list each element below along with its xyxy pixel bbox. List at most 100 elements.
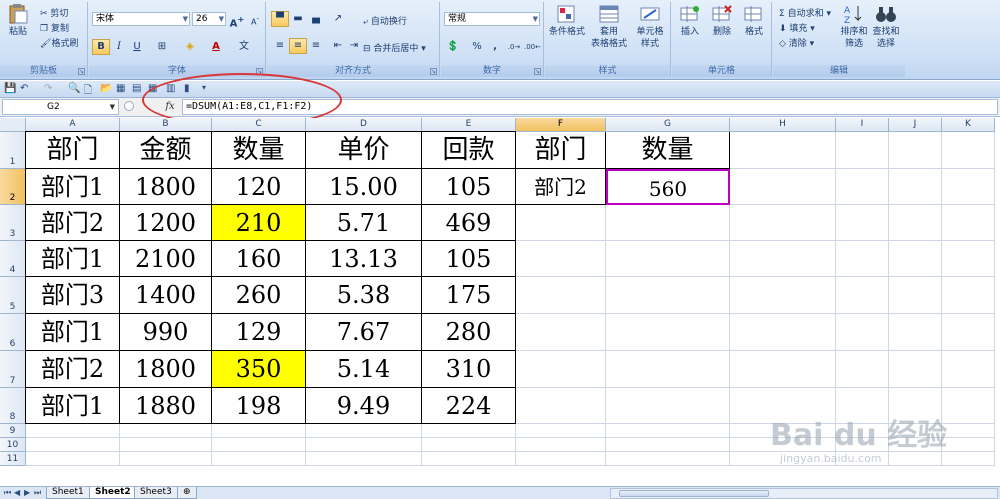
bold-button[interactable]: B [92,39,110,55]
table-data-cell[interactable]: 224 [422,388,516,424]
table-header-cell[interactable]: 部门 [26,132,120,169]
table-data-cell[interactable]: 部门2 [26,205,120,241]
grid-cell[interactable] [942,205,995,241]
table-data-cell[interactable]: 280 [422,314,516,351]
shrink-font-icon[interactable]: A- [246,11,264,27]
copy-button[interactable]: ❐ 复制 [40,21,69,34]
format-as-table-button[interactable]: 套用 表格格式 [587,4,631,50]
grid-cell[interactable] [942,277,995,314]
table-data-cell[interactable]: 5.71 [306,205,422,241]
table-data-cell[interactable]: 5.14 [306,351,422,388]
grid-cell[interactable] [942,314,995,351]
table-header-cell[interactable]: 金额 [120,132,212,169]
grid-cell[interactable] [889,241,942,277]
grid-cell[interactable] [606,388,730,424]
grid-cell[interactable] [516,388,606,424]
grid-cell[interactable] [730,277,836,314]
undo-icon[interactable]: ↶ [20,83,28,94]
criteria-header-cell[interactable]: 部门 [516,132,606,169]
grid-cell[interactable] [516,314,606,351]
table-data-cell[interactable]: 1400 [120,277,212,314]
grid-cell[interactable] [836,314,889,351]
row-header-4[interactable]: 4 [0,241,26,277]
result-header-cell[interactable]: 数量 [606,132,730,169]
column-header-h[interactable]: H [730,118,836,132]
grid-cell[interactable] [730,241,836,277]
grid-cell[interactable] [120,452,212,466]
row-header-10[interactable]: 10 [0,438,26,452]
table-data-cell[interactable]: 469 [422,205,516,241]
table-data-cell[interactable]: 105 [422,241,516,277]
prev-sheet-icon[interactable]: ◀ [14,488,20,497]
table-data-cell[interactable]: 198 [212,388,306,424]
sheet-tab-sheet1[interactable]: Sheet1 [46,487,90,499]
paste-button[interactable]: 粘贴 [4,4,32,38]
column-header-a[interactable]: A [26,118,120,132]
row-header-9[interactable]: 9 [0,424,26,438]
align-right-icon[interactable]: ≡ [307,38,325,54]
grid-cell[interactable] [889,314,942,351]
grid-cell[interactable] [889,277,942,314]
grid-cell[interactable] [516,277,606,314]
align-middle-icon[interactable]: ▬ [289,11,307,27]
grid-cell[interactable] [306,424,422,438]
table-data-cell[interactable]: 350 [212,351,306,388]
table-data-cell[interactable]: 120 [212,169,306,205]
grid-cell[interactable] [606,277,730,314]
table-data-cell[interactable]: 部门1 [26,314,120,351]
grow-font-icon[interactable]: A+ [228,11,246,29]
grid-cell[interactable] [730,205,836,241]
grid-cell[interactable] [306,452,422,466]
grid-cell[interactable] [836,351,889,388]
grid-cell[interactable] [212,452,306,466]
grid-cell[interactable] [606,351,730,388]
table-data-cell[interactable]: 部门1 [26,388,120,424]
sheet-tab-sheet3[interactable]: Sheet3 [134,487,178,499]
grid-cell[interactable] [422,424,516,438]
row-header-6[interactable]: 6 [0,314,26,351]
column-header-f[interactable]: F [516,118,606,132]
grid-cell[interactable] [942,169,995,205]
grid-cell[interactable] [606,241,730,277]
autosum-button[interactable]: Σ 自动求和 ▾ [779,6,831,19]
table-data-cell[interactable]: 210 [212,205,306,241]
grid-cell[interactable] [120,424,212,438]
grid-cell[interactable] [730,169,836,205]
column-header-i[interactable]: I [836,118,889,132]
column-header-c[interactable]: C [212,118,306,132]
print-preview-icon[interactable]: 🔍 [68,83,80,94]
table-data-cell[interactable]: 5.38 [306,277,422,314]
font-color-icon[interactable]: A [207,39,225,55]
fill-button[interactable]: ⬇ 填充 ▾ [779,21,815,34]
grid-cell[interactable] [516,452,606,466]
grid-cell[interactable] [516,424,606,438]
align-top-icon[interactable]: ▀ [271,11,289,27]
table-header-cell[interactable]: 回款 [422,132,516,169]
grid-cell[interactable] [120,438,212,452]
open-file-icon[interactable]: 📂 [100,83,112,94]
clipboard-launcher[interactable]: ↘ [78,68,85,75]
grid-cell[interactable] [516,205,606,241]
scroll-thumb[interactable] [619,490,769,497]
table-data-cell[interactable]: 13.13 [306,241,422,277]
redo-icon[interactable]: ↷ [44,83,52,94]
percent-button[interactable]: % [468,39,486,55]
alignment-launcher[interactable]: ↘ [430,68,437,75]
grid-cell[interactable] [889,132,942,169]
grid-cell[interactable] [942,351,995,388]
orientation-icon[interactable]: ↗ [329,11,347,27]
table-data-cell[interactable]: 310 [422,351,516,388]
table-data-cell[interactable]: 部门1 [26,169,120,205]
result-value-cell[interactable]: 560 [606,169,730,205]
grid-cell[interactable] [942,241,995,277]
row-header-3[interactable]: 3 [0,205,26,241]
grid-cell[interactable] [212,424,306,438]
currency-icon[interactable]: 💲 [444,39,462,55]
grid-cell[interactable] [606,424,730,438]
align-center-icon[interactable]: ≡ [289,38,307,54]
align-left-icon[interactable]: ≡ [271,38,289,54]
comma-button[interactable]: , [486,39,504,55]
column-header-e[interactable]: E [422,118,516,132]
horizontal-scrollbar[interactable] [610,488,998,499]
grid-cell[interactable] [730,351,836,388]
